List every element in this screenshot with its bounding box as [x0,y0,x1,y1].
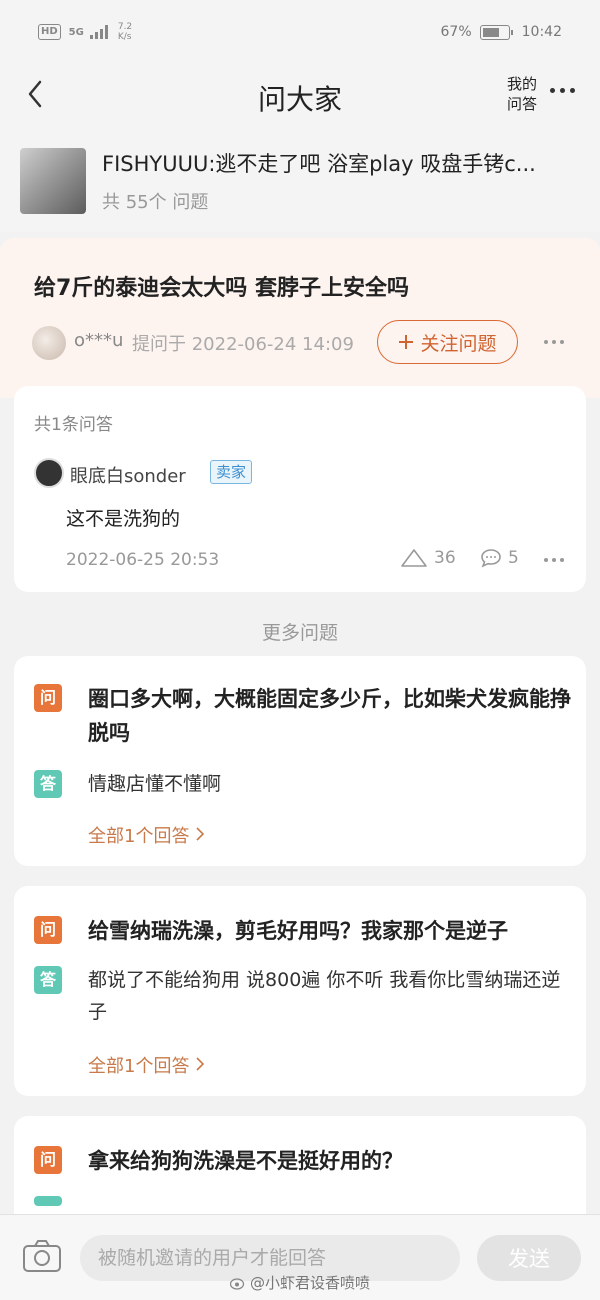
answer-tag [34,1196,62,1206]
view-all-answers-link[interactable]: 全部1个回答 [88,822,205,848]
answer-count: 共1条问答 [34,415,113,435]
view-all-answers-link[interactable]: 全部1个回答 [88,1052,205,1078]
product-thumbnail [20,148,86,214]
answerer-avatar [34,458,64,488]
network-speed-value: 7.2 [117,22,133,32]
top-nav: 问大家 我的 问答 [0,56,600,132]
question-tag: 问 [34,916,62,944]
answer-text: 这不是洗狗的 [66,508,181,530]
asked-time: 提问于 2022-06-24 14:09 [132,334,354,355]
like-count: 36 [434,548,456,568]
question-tag: 问 [34,1146,62,1174]
asker-name: o***u [74,330,124,351]
more-question-text: 给雪纳瑞洗澡，剪毛好用吗？我家那个是逆子 [88,919,508,943]
seller-badge: 卖家 [210,460,253,484]
follow-question-label: 关注问题 [420,333,497,355]
follow-question-button[interactable]: 关注问题 [377,320,518,364]
battery-percent: 67% [440,24,472,40]
signal-icon [89,25,108,39]
answer-tag: 答 [34,770,62,798]
watermark: @小虾君设香喷喷 [230,1272,370,1293]
view-all-answers-label: 全部1个回答 [88,1056,190,1077]
chevron-right-icon [196,827,205,841]
question-card: 给7斤的泰迪会太大吗 套脖子上安全吗 o***u 提问于 2022-06-24 … [0,238,600,398]
answer-tag: 答 [34,966,62,994]
send-button[interactable]: 发送 [477,1235,581,1281]
network-speed-unit: K/s [117,32,132,42]
network-label: 5G [68,26,84,38]
more-question-card[interactable]: 问 给雪纳瑞洗澡，剪毛好用吗？我家那个是逆子 答 都说了不能给狗用 说800遍 … [14,886,586,1096]
answerer-name: 眼底白sonder [70,466,186,487]
more-answer-text: 都说了不能给狗用 说800遍 你不听 我看你比雪纳瑞还逆子 [88,969,561,1023]
more-options-icon[interactable] [550,88,580,98]
chevron-right-icon [196,1057,205,1071]
hd-indicator: HD [38,24,61,40]
thumbs-up-icon [401,549,427,567]
answer-card: 共1条问答 眼底白sonder 卖家 这不是洗狗的 2022-06-25 20:… [14,386,586,592]
battery-icon [479,24,513,40]
plus-icon [399,335,414,349]
view-all-answers-label: 全部1个回答 [88,826,190,847]
product-title: FISHYUUU:逃不走了吧 浴室play 吸盘手铐c... [102,152,536,176]
more-answer-text: 情趣店懂不懂啊 [88,773,222,795]
my-qa-label-line1: 我的 [506,75,537,93]
more-question-text: 圈口多大啊，大概能固定多少斤，比如柴犬发疯能挣脱吗 [88,687,571,745]
product-header[interactable]: FISHYUUU:逃不走了吧 浴室play 吸盘手铐c... 共 55个 问题 [0,132,600,232]
asker-avatar [32,326,66,360]
answer-more-icon[interactable] [544,558,564,562]
more-questions-heading: 更多问题 [261,622,338,644]
camera-button[interactable] [22,1239,62,1273]
comment-icon [481,549,501,568]
like-button[interactable]: 36 [400,548,456,568]
watermark-text: @小虾君设香喷喷 [250,1274,371,1292]
my-qa-label-line2: 问答 [506,95,537,113]
question-more-icon[interactable] [544,340,564,344]
network-speed: 7.2 K/s [118,22,132,42]
more-question-card[interactable]: 问 圈口多大啊，大概能固定多少斤，比如柴犬发疯能挣脱吗 答 情趣店懂不懂啊 全部… [14,656,586,866]
my-qa-link[interactable]: 我的 问答 [502,74,542,114]
battery-fill [482,27,499,37]
answer-date: 2022-06-25 20:53 [66,550,220,570]
question-count: 共 55个 问题 [102,192,209,213]
weibo-icon [230,1277,245,1290]
question-tag: 问 [34,684,62,712]
comment-button[interactable]: 5 [480,548,519,568]
question-title: 给7斤的泰迪会太大吗 套脖子上安全吗 [34,276,409,301]
more-question-text: 拿来给狗狗洗澡是不是挺好用的？ [88,1149,403,1173]
clock: 10:42 [521,24,562,40]
comment-count: 5 [508,548,519,568]
status-bar: HD 5G 7.2 K/s 67% 10:42 [0,0,600,56]
camera-icon [23,1240,61,1272]
